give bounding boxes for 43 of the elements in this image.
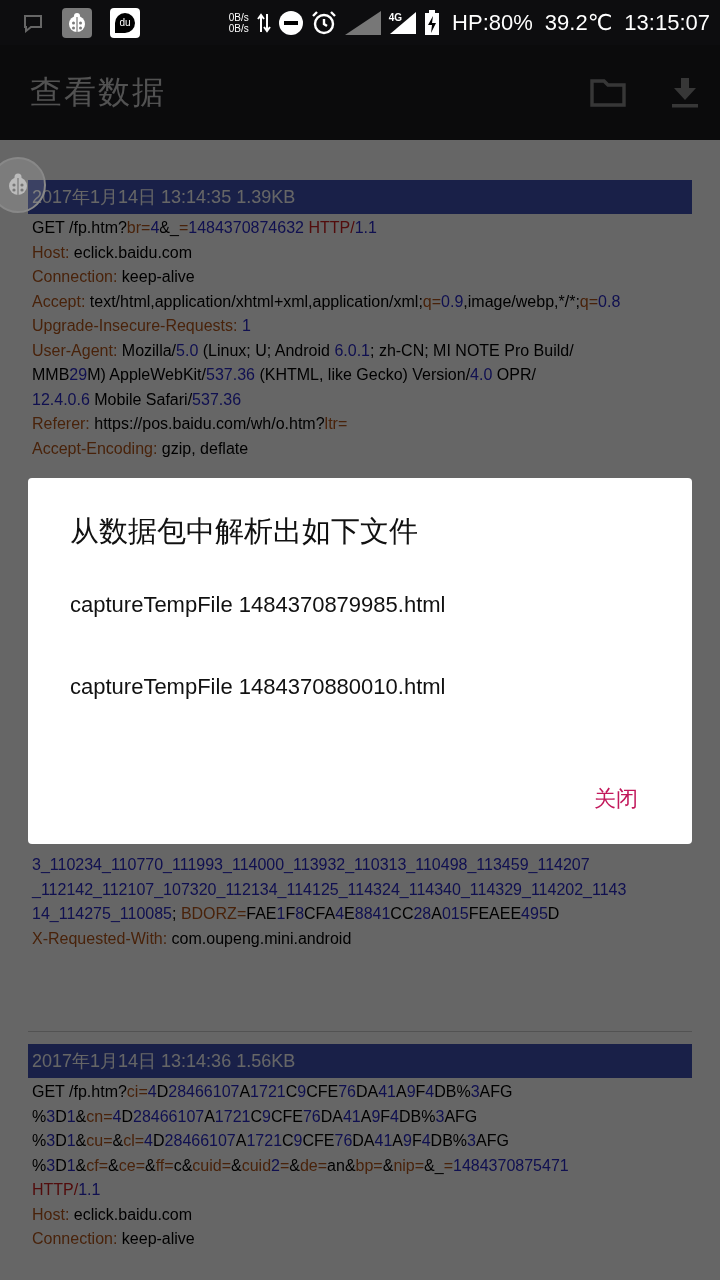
map-pin-app-icon: du <box>110 7 140 38</box>
network-type: 4G <box>388 11 403 23</box>
upload-speed: 0B/s <box>228 11 249 23</box>
packet-line: MMB29M) AppleWebKit/537.36 (KHTML, like Gecko) Version/4.0 OPR/ <box>31 365 537 385</box>
packet-line: GET /fp.htm?br=4&_=1484370874632 HTTP/1.1 <box>31 218 378 238</box>
packet-line: _112142_112107_107320_112134_114125_114324_114340_114329_114202_1143 <box>30 879 628 900</box>
packet-line: %3D1&cn=4D28466107A1721C9CFE76DA41A9F4DB%3AFG <box>31 1106 479 1127</box>
packet-line: GET /fp.htm?ci=4D28466107A1721C9CFE76DA41A9F4DB%3AFG <box>31 1082 514 1102</box>
packet-line: Connection: keep-alive <box>31 1229 196 1249</box>
battery-charging-icon <box>424 9 441 36</box>
packet-line: User-Agent: Mozilla/5.0 (Linux; U; Android 6.0.1; zh-CN; MI NOTE Pro Build/ <box>31 340 575 361</box>
file-list-item[interactable]: captureTempFile 1484370880010.html <box>70 674 446 700</box>
dialog-title: 从数据包中解析出如下文件 <box>70 514 418 549</box>
file-list-item[interactable]: captureTempFile 1484370879985.html <box>70 592 446 618</box>
packet-line: Accept: text/html,application/xhtml+xml,application/xml;q=0.9,image/webp,*/*;q=0.8 <box>31 291 622 312</box>
packet-line: %3D1&cf=&ce=&ff=c&cuid=&cuid2=&de=an&bp=&nip=&_=1484370875471 <box>31 1155 570 1176</box>
packet-line: X-Requested-With: com.oupeng.mini.android <box>31 928 353 949</box>
packet-line: Connection: keep-alive <box>31 267 196 287</box>
packet-line: Host: eclick.baidu.com <box>31 242 194 263</box>
packet-line: 3_110234_110770_111993_114000_113932_110313_110498_113459_114207 <box>31 855 591 875</box>
packet-line: Referer: https://pos.baidu.com/wh/o.htm?ltr= <box>31 414 349 434</box>
signal-icon <box>390 11 417 34</box>
packet-line: 12.4.0.6 Mobile Safari/537.36 <box>31 389 243 410</box>
download-icon[interactable] <box>672 77 698 108</box>
packet-line: Upgrade-Insecure-Requests: 1 <box>31 316 252 336</box>
temperature-text: 39.2℃ <box>544 9 613 36</box>
folder-icon[interactable] <box>590 78 626 107</box>
signal-icon <box>344 10 381 35</box>
chat-bubble-icon <box>22 12 44 33</box>
alarm-clock-icon <box>310 9 337 36</box>
ladybug-app-icon <box>62 7 92 38</box>
packet-line: Accept-Encoding: gzip, deflate <box>31 438 250 459</box>
packet-line: HTTP/1.1 <box>31 1180 102 1200</box>
packet-line: %3D1&cu=&cl=4D28466107A1721C9CFE76DA41A9F4DB%3AFG <box>31 1131 510 1151</box>
app-title: 查看数据 <box>30 72 166 112</box>
battery-text: HP:80% <box>452 9 533 36</box>
clock-text: 13:15:07 <box>624 9 710 36</box>
packet-line: 14_114275_110085; BDORZ=FAE1F8CFA4E8841CC28A015FEAEE495D <box>31 904 561 924</box>
packet-line: Host: eclick.baidu.com <box>31 1204 194 1225</box>
close-button[interactable]: 关闭 <box>582 776 650 822</box>
data-arrows-icon <box>256 11 271 34</box>
do-not-disturb-icon <box>278 10 303 35</box>
download-speed: 0B/s <box>228 22 249 34</box>
